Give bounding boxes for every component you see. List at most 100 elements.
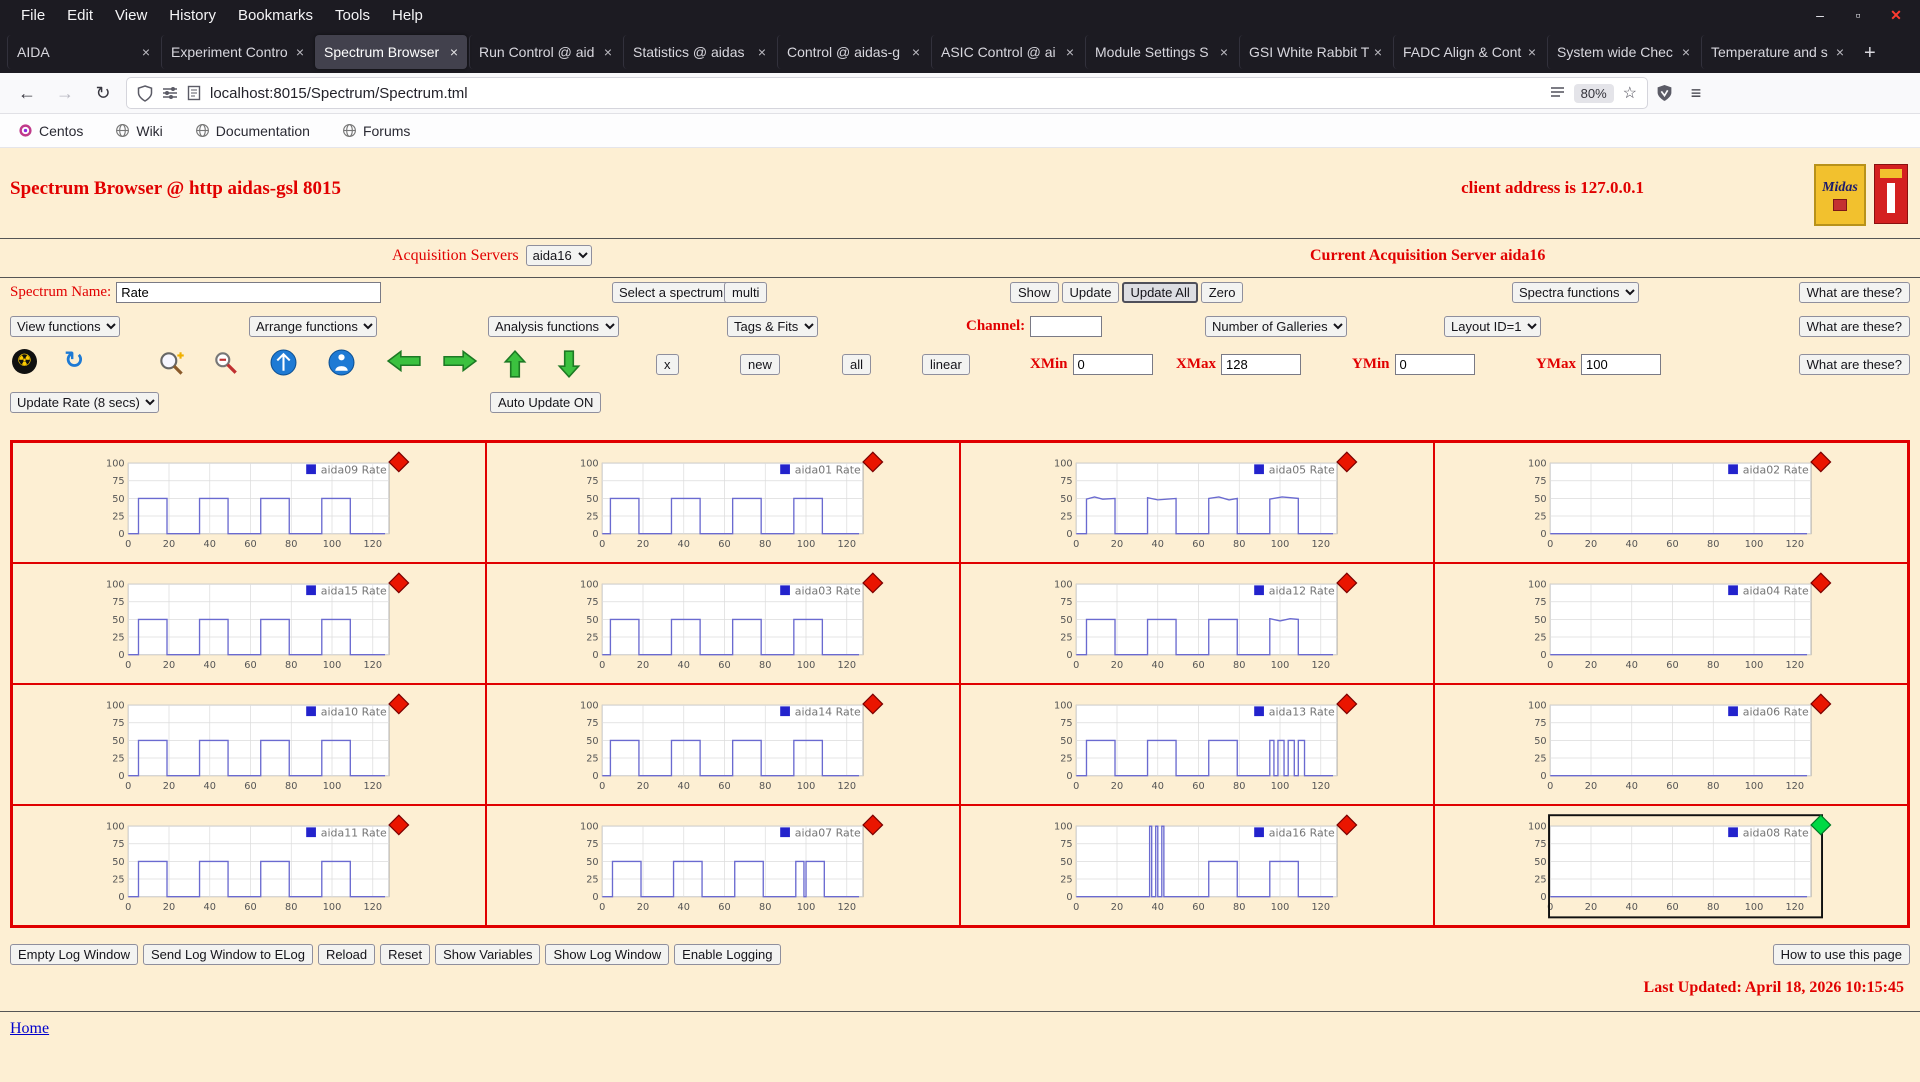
linear-button[interactable]: linear — [922, 354, 970, 375]
facility-logo[interactable] — [1874, 164, 1908, 224]
gallery-cell-aida03[interactable]: 0255075100020406080100120aida03 Rate — [486, 563, 960, 684]
bookmark-documentation[interactable]: Documentation — [195, 123, 310, 139]
all-button[interactable]: all — [842, 354, 871, 375]
update-all-button[interactable]: Update All — [1122, 282, 1197, 303]
gallery-cell-aida08[interactable]: 0255075100020406080100120aida08 Rate — [1434, 805, 1908, 926]
what-are-these-button-1[interactable]: What are these? — [1799, 282, 1910, 303]
tab-close-icon[interactable]: × — [450, 44, 458, 60]
site-info-page-icon[interactable] — [187, 85, 201, 101]
tab-control-aidas-g[interactable]: Control @ aidas-g× — [777, 35, 929, 69]
tab-fadc-align-cont[interactable]: FADC Align & Cont× — [1393, 35, 1545, 69]
gallery-cell-aida09[interactable]: 0255075100020406080100120aida09 Rate — [12, 442, 486, 563]
tab-close-icon[interactable]: × — [912, 44, 920, 60]
up-arrow-icon[interactable] — [502, 349, 528, 379]
gallery-marker-diamond[interactable] — [1811, 815, 1831, 834]
gallery-marker-diamond[interactable] — [863, 694, 883, 713]
multi-button[interactable]: multi — [724, 282, 767, 303]
tab-aida[interactable]: AIDA× — [7, 35, 159, 69]
what-are-these-button-2[interactable]: What are these? — [1799, 316, 1910, 337]
home-link[interactable]: Home — [10, 1020, 49, 1038]
empty-log-window-button[interactable]: Empty Log Window — [10, 944, 138, 965]
radiation-source-icon[interactable]: ☢ — [12, 349, 37, 374]
minimize-button[interactable]: – — [1812, 7, 1828, 23]
gallery-cell-aida11[interactable]: 0255075100020406080100120aida11 Rate — [12, 805, 486, 926]
bookmark-forums[interactable]: Forums — [342, 123, 410, 139]
zoom-in-icon[interactable] — [156, 349, 188, 379]
rezoom-icon[interactable] — [328, 349, 355, 376]
permissions-sliders-icon[interactable] — [162, 85, 178, 101]
gallery-marker-diamond[interactable] — [1811, 694, 1831, 713]
gallery-marker-diamond[interactable] — [1337, 573, 1357, 592]
tab-statistics-aidas[interactable]: Statistics @ aidas× — [623, 35, 775, 69]
tab-close-icon[interactable]: × — [758, 44, 766, 60]
menu-view[interactable]: View — [104, 3, 158, 28]
gallery-marker-diamond[interactable] — [863, 452, 883, 471]
menu-bookmarks[interactable]: Bookmarks — [227, 3, 324, 28]
gallery-cell-aida05[interactable]: 0255075100020406080100120aida05 Rate — [960, 442, 1434, 563]
zoom-out-icon[interactable] — [212, 349, 240, 377]
x-button[interactable]: x — [656, 354, 679, 375]
previous-arrow-icon[interactable] — [386, 349, 422, 373]
gallery-cell-aida16[interactable]: 0255075100020406080100120aida16 Rate — [960, 805, 1434, 926]
gallery-cell-aida12[interactable]: 0255075100020406080100120aida12 Rate — [960, 563, 1434, 684]
menu-edit[interactable]: Edit — [56, 3, 104, 28]
channel-input[interactable] — [1030, 316, 1102, 337]
update-rate-dropdown[interactable]: Update Rate (8 secs) — [10, 392, 159, 413]
refresh-icon[interactable]: ↻ — [64, 346, 84, 374]
show-log-window-button[interactable]: Show Log Window — [545, 944, 669, 965]
tracking-shield-icon[interactable] — [137, 85, 153, 102]
gallery-marker-diamond[interactable] — [863, 573, 883, 592]
gallery-cell-aida13[interactable]: 0255075100020406080100120aida13 Rate — [960, 684, 1434, 805]
url-text[interactable]: localhost:8015/Spectrum/Spectrum.tml — [210, 85, 1541, 102]
gallery-cell-aida01[interactable]: 0255075100020406080100120aida01 Rate — [486, 442, 960, 563]
unzoom-icon[interactable] — [270, 349, 297, 376]
new-button[interactable]: new — [740, 354, 780, 375]
gallery-cell-aida06[interactable]: 0255075100020406080100120aida06 Rate — [1434, 684, 1908, 805]
how-to-use-button[interactable]: How to use this page — [1773, 944, 1910, 965]
tab-close-icon[interactable]: × — [142, 44, 150, 60]
tab-close-icon[interactable]: × — [1220, 44, 1228, 60]
bookmark-centos[interactable]: Centos — [18, 123, 83, 139]
back-button[interactable]: ← — [12, 78, 42, 108]
gallery-marker-diamond[interactable] — [863, 815, 883, 834]
update-button[interactable]: Update — [1062, 282, 1120, 303]
url-bar[interactable]: localhost:8015/Spectrum/Spectrum.tml 80%… — [126, 77, 1648, 109]
what-are-these-button-3[interactable]: What are these? — [1799, 354, 1910, 375]
bookmark-wiki[interactable]: Wiki — [115, 123, 162, 139]
spectrum-name-input[interactable] — [116, 282, 381, 303]
gallery-cell-aida10[interactable]: 0255075100020406080100120aida10 Rate — [12, 684, 486, 805]
view-functions-dropdown[interactable]: View functions — [10, 316, 120, 337]
tab-asic-control-ai[interactable]: ASIC Control @ ai× — [931, 35, 1083, 69]
menu-tools[interactable]: Tools — [324, 3, 381, 28]
down-arrow-icon[interactable] — [556, 349, 582, 379]
tab-close-icon[interactable]: × — [1066, 44, 1074, 60]
reset-button[interactable]: Reset — [380, 944, 430, 965]
show-variables-button[interactable]: Show Variables — [435, 944, 540, 965]
gallery-marker-diamond[interactable] — [1811, 452, 1831, 471]
close-button[interactable]: ✕ — [1888, 7, 1904, 24]
reload-button[interactable]: Reload — [318, 944, 375, 965]
tab-spectrum-browser[interactable]: Spectrum Browser× — [315, 35, 467, 69]
tab-module-settings-s[interactable]: Module Settings S× — [1085, 35, 1237, 69]
tab-close-icon[interactable]: × — [604, 44, 612, 60]
gallery-cell-aida14[interactable]: 0255075100020406080100120aida14 Rate — [486, 684, 960, 805]
maximize-button[interactable]: ▫ — [1850, 7, 1866, 23]
gallery-marker-diamond[interactable] — [389, 815, 409, 834]
arrange-functions-dropdown[interactable]: Arrange functions — [249, 316, 377, 337]
spectra-functions-dropdown[interactable]: Spectra functions — [1512, 282, 1639, 303]
tab-gsi-white-rabbit-t[interactable]: GSI White Rabbit T× — [1239, 35, 1391, 69]
show-button[interactable]: Show — [1010, 282, 1059, 303]
tab-system-wide-chec[interactable]: System wide Chec× — [1547, 35, 1699, 69]
acquisition-server-select[interactable]: aida16 — [526, 245, 592, 266]
xmin-input[interactable] — [1073, 354, 1153, 375]
tab-close-icon[interactable]: × — [296, 44, 304, 60]
gallery-cell-aida07[interactable]: 0255075100020406080100120aida07 Rate — [486, 805, 960, 926]
auto-update-button[interactable]: Auto Update ON — [490, 392, 601, 413]
tab-close-icon[interactable]: × — [1528, 44, 1536, 60]
send-log-window-to-elog-button[interactable]: Send Log Window to ELog — [143, 944, 313, 965]
bookmark-star-icon[interactable]: ☆ — [1623, 83, 1637, 103]
number-of-galleries-dropdown[interactable]: Number of Galleries — [1205, 316, 1347, 337]
gallery-marker-diamond[interactable] — [389, 452, 409, 471]
next-arrow-icon[interactable] — [442, 349, 478, 373]
gallery-cell-aida15[interactable]: 0255075100020406080100120aida15 Rate — [12, 563, 486, 684]
